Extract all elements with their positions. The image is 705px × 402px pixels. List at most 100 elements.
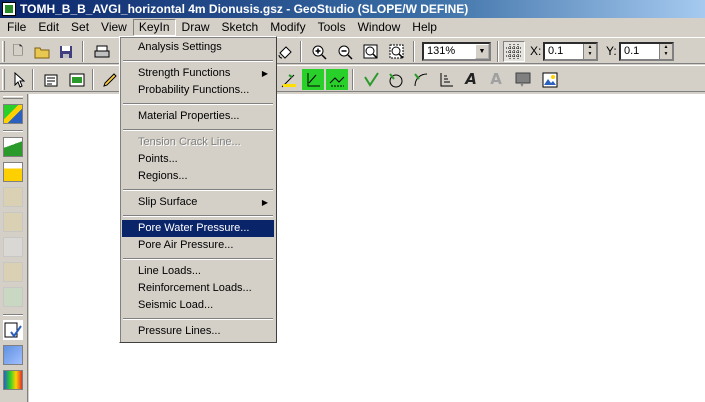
properties-icon[interactable] [40,69,62,90]
window-title: TOMH_B_B_AVGI_horizontal 4m Dionusis.gsz… [20,2,469,16]
menu-edit[interactable]: Edit [32,19,65,36]
disabled-tool-icon[interactable] [3,287,23,307]
define-analysis-icon[interactable] [3,104,23,124]
x-spacing-input[interactable]: 0.1 ▲ ▼ [543,42,598,61]
menu-bar: File Edit Set View KeyIn Draw Sketch Mod… [0,18,705,36]
spin-arrows-icon[interactable]: ▲ ▼ [659,44,672,59]
zoom-combo[interactable]: 131% ▼ [422,42,491,61]
menu-help[interactable]: Help [406,19,443,36]
chevron-down-icon[interactable]: ▼ [475,44,489,59]
verify-icon[interactable] [3,320,23,340]
menu-item-label: Tension Crack Line... [138,136,241,148]
toolbar-separator [92,69,94,90]
menu-separator [122,185,274,194]
menu-item-slip-surface[interactable]: Slip Surface ▶ [122,194,274,211]
disabled-tool-icon[interactable] [3,212,23,232]
menu-tools[interactable]: Tools [312,19,352,36]
toolbar-separator [300,41,302,62]
menu-item-reinforcement-loads[interactable]: Reinforcement Loads... [122,280,274,297]
menu-item-pore-water-pressure[interactable]: Pore Water Pressure... [122,220,274,237]
menu-separator [122,125,274,134]
menu-sketch[interactable]: Sketch [216,19,265,36]
draw-pen-icon[interactable] [99,69,121,90]
menu-item-analysis-settings[interactable]: Analysis Settings [122,39,274,56]
disabled-tool-icon[interactable] [3,187,23,207]
menu-separator [122,99,274,108]
toolbar-separator [413,41,415,62]
toolbar-separator [3,130,23,132]
solve-icon[interactable] [3,345,23,365]
zoom-page-icon[interactable] [360,41,382,62]
toolbar-separator [32,69,34,90]
x-value: 0.1 [548,45,564,57]
zoom-in-icon[interactable] [308,41,330,62]
sketch-axes-icon[interactable] [435,69,457,90]
zoom-out-icon[interactable] [334,41,356,62]
menu-item-pressure-lines[interactable]: Pressure Lines... [122,323,274,340]
title-bar: TOMH_B_B_AVGI_horizontal 4m Dionusis.gsz… [0,0,705,18]
menu-separator [122,56,274,65]
sketch-circles-icon[interactable] [385,69,407,90]
toolbar-separator [3,314,23,316]
picture-icon[interactable] [539,69,561,90]
contour-icon[interactable] [3,370,23,390]
menu-item-material-properties[interactable]: Material Properties... [122,108,274,125]
spin-arrows-icon[interactable]: ▲ ▼ [583,44,596,59]
zoom-objects-icon[interactable] [386,41,408,62]
draw-pwp-icon[interactable] [278,69,300,90]
menu-item-pore-air-pressure[interactable]: Pore Air Pressure... [122,237,274,254]
menu-set[interactable]: Set [65,19,95,36]
print-icon[interactable] [91,41,113,62]
menu-keyin[interactable]: KeyIn [132,18,176,36]
menu-item-probability-functions[interactable]: Probability Functions... [122,82,274,99]
submenu-arrow-icon: ▶ [261,198,268,207]
menu-item-label: Reinforcement Loads... [138,282,252,294]
menu-item-label: Regions... [138,170,188,182]
toolbar-grip[interactable] [3,96,23,99]
menu-item-label: Seismic Load... [138,299,214,311]
open-folder-icon[interactable] [31,41,53,62]
menu-item-label: Strength Functions [138,67,231,79]
menu-item-regions[interactable]: Regions... [122,168,274,185]
view-materials-icon[interactable] [66,69,88,90]
draw-slip-surface-icon[interactable] [302,69,324,90]
paint-icon[interactable] [274,41,296,62]
menu-file[interactable]: File [1,19,32,36]
standard-toolbar: 🗋 131% ▼ X: 0.1 ▲ ▼ Y: 0.1 ▲ ▼ [0,37,705,64]
new-file-icon[interactable]: 🗋 [7,41,29,62]
sketch-arcs-icon[interactable] [410,69,432,90]
define-regions-icon[interactable] [3,137,23,157]
menu-separator [122,254,274,263]
draw-slope-icon[interactable] [3,162,23,182]
y-label: Y: [606,44,617,58]
menu-item-label: Pore Air Pressure... [138,239,234,251]
menu-view[interactable]: View [95,19,133,36]
label-text-icon[interactable]: A [485,69,507,90]
menu-window[interactable]: Window [352,19,407,36]
disabled-tool-icon[interactable] [3,237,23,257]
sketch-text-icon[interactable]: A [460,69,482,90]
menu-item-label: Line Loads... [138,265,201,277]
menu-item-points[interactable]: Points... [122,151,274,168]
menu-modify[interactable]: Modify [264,19,311,36]
y-spacing-input[interactable]: 0.1 ▲ ▼ [619,42,674,61]
sketch-lines-icon[interactable] [360,69,382,90]
geostudio-app-icon[interactable] [2,2,16,16]
y-value: 0.1 [624,45,640,57]
menu-draw[interactable]: Draw [176,19,216,36]
save-disk-icon[interactable] [55,41,77,62]
menu-item-line-loads[interactable]: Line Loads... [122,263,274,280]
select-arrow-icon[interactable] [8,69,30,90]
menu-item-label: Pore Water Pressure... [138,222,250,234]
toolbar-grip[interactable] [2,41,5,62]
comment-icon[interactable] [512,69,534,90]
menu-item-seismic-load[interactable]: Seismic Load... [122,297,274,314]
mode-toolbar: A A [0,65,705,92]
menu-item-strength-functions[interactable]: Strength Functions ▶ [122,65,274,82]
toolbar-separator [497,41,499,62]
disabled-tool-icon[interactable] [3,262,23,282]
toolbar-grip[interactable] [2,69,5,90]
grid-snap-icon[interactable] [503,41,525,62]
draw-reinforcement-icon[interactable] [326,69,348,90]
menu-item-label: Slip Surface [138,196,198,208]
